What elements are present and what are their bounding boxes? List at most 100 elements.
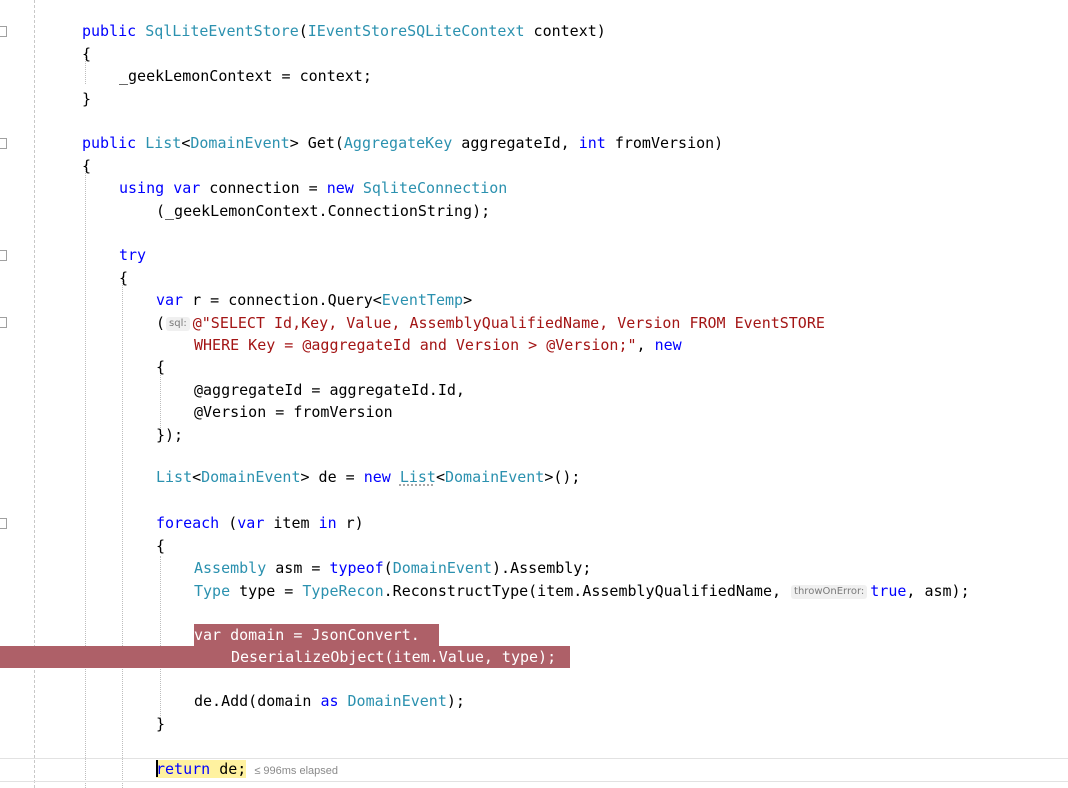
code-line[interactable]: { — [82, 43, 91, 65]
code-line[interactable]: { — [82, 155, 91, 177]
type-name: EventTemp — [381, 291, 464, 309]
punctuation: ); — [446, 692, 465, 710]
keyword: in — [318, 514, 337, 532]
code-line[interactable]: @Version = fromVersion — [194, 401, 393, 423]
code-line[interactable]: using var connection = new SqliteConnect… — [119, 177, 507, 199]
parameter-hint: sql: — [166, 317, 190, 331]
code-text: { — [119, 269, 129, 287]
type-name-with-suggestion[interactable]: List — [400, 468, 436, 486]
keyword: return — [156, 760, 211, 778]
type-name: IEventStoreSQLiteContext — [307, 22, 525, 40]
punctuation: < — [435, 468, 445, 486]
code-line[interactable]: _geekLemonContext = context; — [119, 65, 372, 87]
code-text: connection = — [200, 179, 327, 197]
code-line[interactable]: public SqlLiteEventStore(IEventStoreSQLi… — [82, 20, 606, 42]
code-line[interactable]: public List<DomainEvent> Get(AggregateKe… — [82, 132, 723, 154]
punctuation: > — [463, 291, 473, 309]
keyword: as — [320, 692, 339, 710]
keyword: new — [654, 336, 682, 354]
code-text: { — [156, 358, 166, 376]
code-text: fromVersion) — [605, 134, 724, 152]
type-name: Type — [194, 582, 231, 600]
current-statement-highlight: return de; — [156, 760, 247, 778]
keyword: new — [363, 468, 391, 486]
type-name: SqlLiteEventStore — [145, 22, 299, 40]
punctuation: ( — [298, 22, 308, 40]
keyword: var — [156, 291, 184, 309]
collapse-marker[interactable] — [0, 317, 7, 328]
code-line[interactable]: List<DomainEvent> de = new List<DomainEv… — [156, 466, 580, 488]
code-line[interactable]: } — [82, 88, 91, 110]
code-text: item — [264, 514, 319, 532]
keyword: public — [82, 134, 137, 152]
keyword: int — [578, 134, 606, 152]
collapse-marker[interactable] — [0, 26, 7, 37]
punctuation: < — [192, 468, 202, 486]
code-line[interactable]: { — [119, 267, 128, 289]
code-text: context) — [524, 22, 606, 40]
code-text: , asm); — [906, 582, 970, 600]
code-line[interactable]: WHERE Key = @aggregateId and Version > @… — [194, 334, 682, 356]
code-line[interactable]: }); — [156, 424, 183, 446]
indent-guide — [160, 556, 161, 728]
code-text: aggregateId, — [452, 134, 579, 152]
code-line[interactable]: { — [156, 535, 165, 557]
code-line[interactable]: Assembly asm = typeof(DomainEvent).Assem… — [194, 557, 591, 579]
code-line[interactable]: (sql: @"SELECT Id,Key, Value, AssemblyQua… — [156, 312, 825, 334]
code-text: @aggregateId = aggregateId.Id, — [194, 381, 465, 399]
keyword: foreach — [156, 514, 220, 532]
perf-tip[interactable]: ≤ 996ms elapsed — [254, 765, 338, 777]
code-text: r) — [336, 514, 364, 532]
code-text: de.Add(domain — [194, 692, 321, 710]
code-text: { — [156, 537, 166, 555]
type-name: Assembly — [194, 559, 267, 577]
keyword: new — [326, 179, 354, 197]
keyword: var — [237, 514, 265, 532]
breakpoint-code-line[interactable]: var domain = JsonConvert. — [194, 624, 420, 646]
keyword: typeof — [329, 559, 384, 577]
code-text: r = connection.Query< — [183, 291, 382, 309]
indent-guide — [122, 276, 123, 788]
type-name: DomainEvent — [190, 134, 290, 152]
type-name: AggregateKey — [343, 134, 453, 152]
code-editor[interactable]: public SqlLiteEventStore(IEventStoreSQLi… — [0, 0, 1068, 788]
current-statement-line[interactable]: return de; ≤ 996ms elapsed — [156, 758, 338, 780]
keyword: try — [119, 246, 147, 264]
code-line[interactable]: { — [156, 356, 165, 378]
code-line[interactable]: de.Add(domain as DomainEvent); — [194, 690, 465, 712]
code-text: > Get( — [289, 134, 344, 152]
code-line[interactable]: (_geekLemonContext.ConnectionString); — [156, 200, 490, 222]
type-name: DomainEvent — [392, 559, 493, 577]
breakpoint-code-line[interactable]: DeserializeObject(item.Value, type); — [231, 646, 556, 668]
keyword: public — [82, 22, 137, 40]
code-text: } — [82, 90, 92, 108]
code-text: { — [82, 45, 92, 63]
punctuation: >(); — [544, 468, 581, 486]
code-line[interactable]: Type type = TypeRecon.ReconstructType(it… — [194, 580, 970, 602]
punctuation: ( — [383, 559, 393, 577]
type-name: SqliteConnection — [362, 179, 508, 197]
punctuation: , — [636, 336, 655, 354]
punctuation: ( — [219, 514, 238, 532]
collapse-marker[interactable] — [0, 250, 7, 261]
type-name: List — [156, 468, 193, 486]
code-line[interactable]: try — [119, 244, 146, 266]
code-line[interactable]: var r = connection.Query<EventTemp> — [156, 289, 472, 311]
keyword: using — [119, 179, 165, 197]
collapse-marker[interactable] — [0, 138, 7, 149]
code-text: @Version = fromVersion — [194, 403, 393, 421]
code-text: .ReconstructType(item.AssemblyQualifiedN… — [383, 582, 791, 600]
string-literal: @"SELECT Id,Key, Value, AssemblyQualifie… — [192, 314, 825, 332]
code-text: }); — [156, 426, 184, 444]
type-name: DomainEvent — [445, 468, 545, 486]
punctuation: ( — [156, 314, 166, 332]
code-line[interactable]: } — [156, 713, 165, 735]
code-line[interactable]: foreach (var item in r) — [156, 512, 364, 534]
collapse-marker[interactable] — [0, 518, 7, 529]
code-text: asm = — [266, 559, 330, 577]
code-line[interactable]: @aggregateId = aggregateId.Id, — [194, 379, 465, 401]
type-name: DomainEvent — [347, 692, 447, 710]
code-text: de; — [210, 760, 247, 778]
type-name: DomainEvent — [201, 468, 301, 486]
parameter-hint: throwOnError: — [791, 585, 868, 599]
